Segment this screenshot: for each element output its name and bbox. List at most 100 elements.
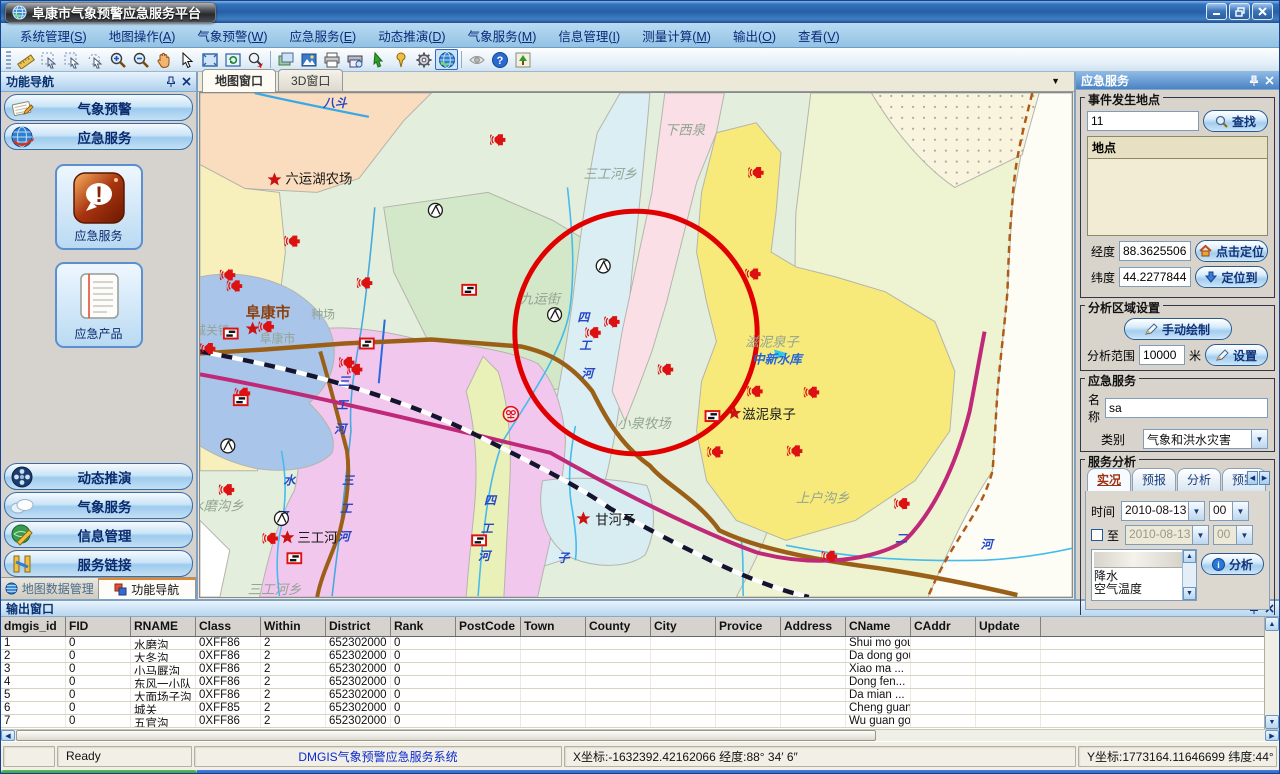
menu-item-S[interactable]: 系统管理(S) (9, 23, 98, 48)
sidebar-item-weather-service[interactable]: 气象服务 (4, 492, 193, 519)
close-icon[interactable] (182, 77, 191, 86)
column-header[interactable]: District (326, 617, 391, 636)
pointer-icon[interactable] (175, 49, 198, 70)
find-icon[interactable] (244, 49, 267, 70)
menu-item-E[interactable]: 应急服务(E) (279, 23, 368, 48)
column-header[interactable]: Class (196, 617, 261, 636)
ruler-icon[interactable] (14, 49, 37, 70)
table-row[interactable]: 40东风一小队0XFF8626523020000Dong fen... (1, 676, 1264, 689)
table-row[interactable]: 10水磨沟0XFF8626523020000Shui mo gou (1, 637, 1264, 650)
goto-location-button[interactable]: 定位到 (1195, 266, 1268, 288)
select-polygon-icon[interactable] (37, 49, 60, 70)
print-icon[interactable] (320, 49, 343, 70)
column-header[interactable]: Address (781, 617, 846, 636)
table-horizontal-scrollbar[interactable]: ◀ ▶ (1, 729, 1279, 741)
table-row[interactable]: 50大面场子沟0XFF8626523020000Da mian ... (1, 689, 1264, 702)
scroll-right-icon[interactable]: ▶ (1265, 730, 1279, 741)
sidebar-item-weather-warning[interactable]: 气象预警 (4, 94, 193, 121)
menu-item-O[interactable]: 输出(O) (722, 23, 787, 48)
scroll-down-icon[interactable]: ▼ (1183, 587, 1196, 600)
dropdown-icon[interactable]: ▼ (1251, 430, 1267, 448)
tab-forecast[interactable]: 预报 (1132, 468, 1176, 491)
column-header[interactable]: CAddr (911, 617, 976, 636)
table-vertical-scrollbar[interactable]: ▲ ▼ (1264, 617, 1279, 729)
emergency-product-button[interactable]: 应急产品 (55, 262, 143, 348)
zoom-in-icon[interactable] (106, 49, 129, 70)
manual-draw-button[interactable]: 手动绘制 (1124, 318, 1232, 340)
menu-item-A[interactable]: 地图操作(A) (98, 23, 187, 48)
sidebar-item-info-management[interactable]: 信息管理 (4, 521, 193, 548)
element-listbox[interactable]: 降水 空气温度 ▲ ▼ (1091, 549, 1197, 601)
list-item[interactable]: 空气温度 (1092, 583, 1196, 596)
scroll-left-icon[interactable]: ◀ (1, 730, 15, 741)
menu-item-V[interactable]: 查看(V) (787, 23, 851, 48)
column-header[interactable]: dmgis_id (1, 617, 66, 636)
column-header[interactable]: PostCode (456, 617, 521, 636)
go-pointer-icon[interactable] (366, 49, 389, 70)
menu-item-I[interactable]: 信息管理(I) (547, 23, 631, 48)
column-header[interactable]: Rank (391, 617, 456, 636)
tab-3d-window[interactable]: 3D窗口 (278, 69, 343, 91)
results-table[interactable]: dmgis_idFIDRNAMEClassWithinDistrictRankP… (1, 617, 1264, 729)
restore-button[interactable] (1229, 3, 1250, 20)
pan-icon[interactable] (152, 49, 175, 70)
select-free-icon[interactable] (83, 49, 106, 70)
tab-function-navigation[interactable]: 功能导航 (99, 578, 197, 599)
tab-scroll-right-icon[interactable]: ▶ (1259, 471, 1270, 485)
column-header[interactable]: City (651, 617, 716, 636)
tab-map-window[interactable]: 地图窗口 (202, 69, 276, 92)
tab-analysis[interactable]: 分析 (1177, 468, 1221, 491)
column-header[interactable]: RNAME (131, 617, 196, 636)
sidebar-item-dynamic-deduction[interactable]: 动态推演 (4, 463, 193, 490)
pin-icon[interactable] (166, 76, 176, 88)
menu-item-W[interactable]: 气象预警(W) (186, 23, 278, 48)
print-preview-icon[interactable] (343, 49, 366, 70)
scrollbar-thumb[interactable] (16, 730, 876, 741)
toolbar-grip[interactable] (6, 51, 11, 69)
place-list[interactable] (1087, 158, 1268, 236)
table-row[interactable]: 20大冬沟0XFF8626523020000Da dong gou (1, 650, 1264, 663)
scroll-down-icon[interactable]: ▼ (1265, 715, 1279, 729)
latitude-input[interactable] (1119, 267, 1191, 287)
date-to-select[interactable]: 2010-08-13▼ (1125, 525, 1209, 545)
click-locate-button[interactable]: 点击定位 (1195, 240, 1268, 262)
column-header[interactable]: FID (66, 617, 131, 636)
menu-item-M[interactable]: 气象服务(M) (457, 23, 548, 48)
menu-item-M[interactable]: 测量计算(M) (631, 23, 722, 48)
layers-icon[interactable] (274, 49, 297, 70)
globe-icon[interactable] (435, 49, 458, 70)
column-header[interactable]: County (586, 617, 651, 636)
tab-map-data-management[interactable]: 地图数据管理 (1, 578, 99, 599)
pin-icon[interactable] (1249, 75, 1259, 87)
map-canvas[interactable]: 六运湖农场三工河乡下西泉九运街阜康市种场城关镇阜康市滋泥泉子中新水库滋泥泉子小泉… (199, 92, 1073, 598)
placemark-icon[interactable] (389, 49, 412, 70)
zoom-out-icon[interactable] (129, 49, 152, 70)
help-icon[interactable]: ? (488, 49, 511, 70)
refresh-icon[interactable] (221, 49, 244, 70)
column-header[interactable]: Within (261, 617, 326, 636)
tab-live[interactable]: 实况 (1087, 468, 1131, 491)
eye-icon[interactable] (465, 49, 488, 70)
longitude-input[interactable] (1119, 241, 1191, 261)
column-header[interactable]: Update (976, 617, 1041, 636)
legend-icon[interactable] (511, 49, 534, 70)
service-name-input[interactable] (1105, 398, 1268, 418)
settings-icon[interactable] (412, 49, 435, 70)
tab-scroll-left-icon[interactable]: ◀ (1247, 471, 1258, 485)
emergency-service-button[interactable]: ! 应急服务 (55, 164, 143, 250)
hour-select[interactable]: 00▼ (1209, 501, 1249, 521)
column-header[interactable]: CName (846, 617, 911, 636)
scroll-up-icon[interactable]: ▲ (1265, 617, 1279, 631)
range-input[interactable] (1139, 345, 1185, 365)
close-button[interactable] (1252, 3, 1273, 20)
search-button[interactable]: 查找 (1203, 110, 1268, 132)
date-select[interactable]: 2010-08-13▼ (1121, 501, 1205, 521)
table-row[interactable]: 70五官沟0XFF8626523020000Wu guan gou (1, 715, 1264, 728)
column-header[interactable]: Town (521, 617, 586, 636)
set-button[interactable]: 设置 (1205, 344, 1268, 366)
close-icon[interactable] (1265, 76, 1274, 85)
table-row[interactable]: 30小马厩沟0XFF8626523020000Xiao ma ... (1, 663, 1264, 676)
to-checkbox[interactable] (1091, 529, 1103, 541)
table-row[interactable]: 60城关0XFF8526523020000Cheng guan (1, 702, 1264, 715)
menu-item-D[interactable]: 动态推演(D) (367, 23, 456, 48)
